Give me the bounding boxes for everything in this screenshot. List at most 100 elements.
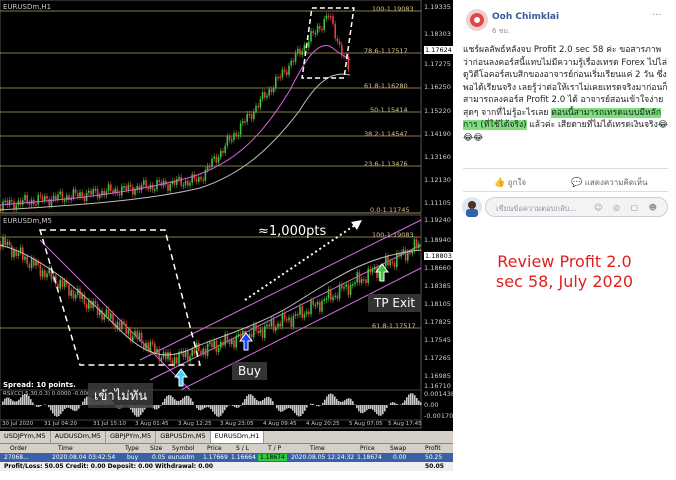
post-author[interactable]: Ooh Chimklai	[492, 12, 559, 22]
comment-button[interactable]: 💬 แสดงความคิดเห็น	[571, 176, 648, 189]
like-button[interactable]: 👍 ถูกใจ	[494, 176, 526, 189]
oscillator-bar	[418, 400, 420, 405]
oscillator-bar	[270, 398, 272, 405]
candle	[288, 65, 290, 75]
col-swap[interactable]: Swap	[390, 445, 406, 452]
cell-time: 2020.08.04 03:42:54	[52, 454, 116, 461]
candle	[299, 48, 301, 55]
col-size[interactable]: Size	[150, 445, 162, 452]
candle	[68, 195, 70, 201]
candle	[11, 245, 13, 258]
oscillator-bar	[414, 395, 416, 405]
comment-input[interactable]: เขียนข้อความตอบกลับ... ☺ ◎ ▢ ☻	[485, 197, 668, 217]
oscillator-bar	[328, 394, 330, 405]
oscillator-bar	[224, 405, 226, 411]
time-label: 5 Aug 17:45	[388, 421, 422, 427]
ind-scale: 0.00	[424, 401, 439, 409]
candle	[237, 134, 240, 137]
oscillator-bar	[28, 396, 30, 405]
candle	[134, 189, 136, 195]
oscillator-bar	[210, 405, 212, 410]
candle	[59, 191, 61, 195]
comment-tool-icons[interactable]: ☺ ◎ ▢ ☻	[594, 203, 661, 212]
col-sl[interactable]: S / L	[236, 445, 249, 452]
col-profit[interactable]: Profit	[425, 445, 441, 452]
oscillator-bar	[178, 400, 180, 405]
candle	[169, 352, 171, 361]
bottom-price: 1.19240	[424, 216, 451, 224]
top-chart-frame	[0, 0, 422, 214]
candle	[272, 88, 275, 93]
bottom-price: 1.16710	[424, 382, 451, 390]
bottom-price: 1.17265	[424, 354, 451, 362]
oscillator-bar	[16, 401, 18, 405]
candle	[393, 262, 396, 268]
cell-type: buy	[127, 454, 139, 461]
oscillator-bar	[336, 398, 338, 405]
oscillator-bar	[356, 405, 358, 409]
candle	[312, 30, 314, 34]
candle	[132, 186, 134, 195]
tab-audusd[interactable]: AUDUSDm,M5	[51, 431, 106, 443]
candle	[88, 190, 90, 193]
col-price[interactable]: Price	[207, 445, 222, 452]
oscillator-bar	[84, 398, 86, 405]
col-tp[interactable]: T / P	[268, 445, 281, 452]
candle	[244, 121, 246, 123]
oscillator-bar	[30, 399, 32, 405]
candle	[266, 95, 268, 98]
tab-usdjpy[interactable]: USDJPYm,M5	[0, 431, 51, 443]
oscillator-bar	[198, 405, 200, 411]
oscillator-bar	[74, 405, 76, 412]
oscillator-bar	[344, 400, 346, 405]
candle	[286, 319, 288, 321]
candle	[24, 194, 26, 201]
oscillator-bar	[306, 405, 308, 408]
candle	[90, 190, 92, 195]
review-line-1: Review Profit 2.0	[497, 252, 632, 271]
late-annotation: เข้าไม่ทัน	[88, 383, 154, 408]
commenter-avatar[interactable]	[462, 197, 482, 217]
col-symbol[interactable]: Symbol	[172, 445, 194, 452]
post-time[interactable]: 6 ชม.	[492, 26, 510, 37]
candle	[103, 315, 105, 320]
oscillator-bar	[412, 393, 414, 405]
oscillator-bar	[160, 405, 162, 406]
col-type[interactable]: Type	[125, 445, 139, 452]
candle	[266, 324, 268, 327]
candle	[283, 69, 286, 72]
candle	[88, 300, 90, 309]
cell-profit: 50.25	[425, 454, 443, 461]
tab-gbpjpy[interactable]: GBPJPYm,M5	[106, 431, 157, 443]
tab-eurusd[interactable]: EURUSDm,H1	[210, 431, 265, 443]
candle	[325, 15, 328, 19]
oscillator-bar	[58, 405, 60, 417]
col-time[interactable]: Time	[58, 445, 73, 452]
col-order[interactable]: Order	[10, 445, 27, 452]
top-price: 1.19335	[424, 3, 451, 11]
oscillator-bar	[298, 405, 300, 417]
col-close-price[interactable]: Price	[360, 445, 375, 452]
col-close-time[interactable]: Time	[310, 445, 325, 452]
table-row[interactable]: 27068... 2020.08.04 03:42:54 buy 0.05 eu…	[0, 453, 453, 462]
fib-61: 61.8-1.16280	[364, 82, 408, 90]
oscillator-bar	[266, 396, 268, 405]
oscillator-bar	[196, 405, 198, 409]
candle	[253, 111, 255, 120]
candle	[26, 194, 28, 203]
avatar[interactable]	[466, 9, 488, 31]
oscillator-bar	[82, 401, 84, 405]
candle	[310, 30, 312, 42]
oscillator-bar	[166, 396, 168, 405]
candle	[279, 76, 281, 79]
candle	[46, 273, 48, 278]
oscillator-bar	[32, 402, 34, 405]
candle	[327, 15, 330, 18]
tab-gbpusd[interactable]: GBPUSDm,M5	[156, 431, 211, 443]
more-options-icon[interactable]: ···	[652, 10, 662, 21]
oscillator-bar	[396, 403, 398, 405]
cell-tp: 1.18674	[258, 454, 287, 461]
top-price: 1.15220	[424, 107, 451, 115]
candle	[81, 192, 83, 197]
candle	[239, 123, 242, 135]
